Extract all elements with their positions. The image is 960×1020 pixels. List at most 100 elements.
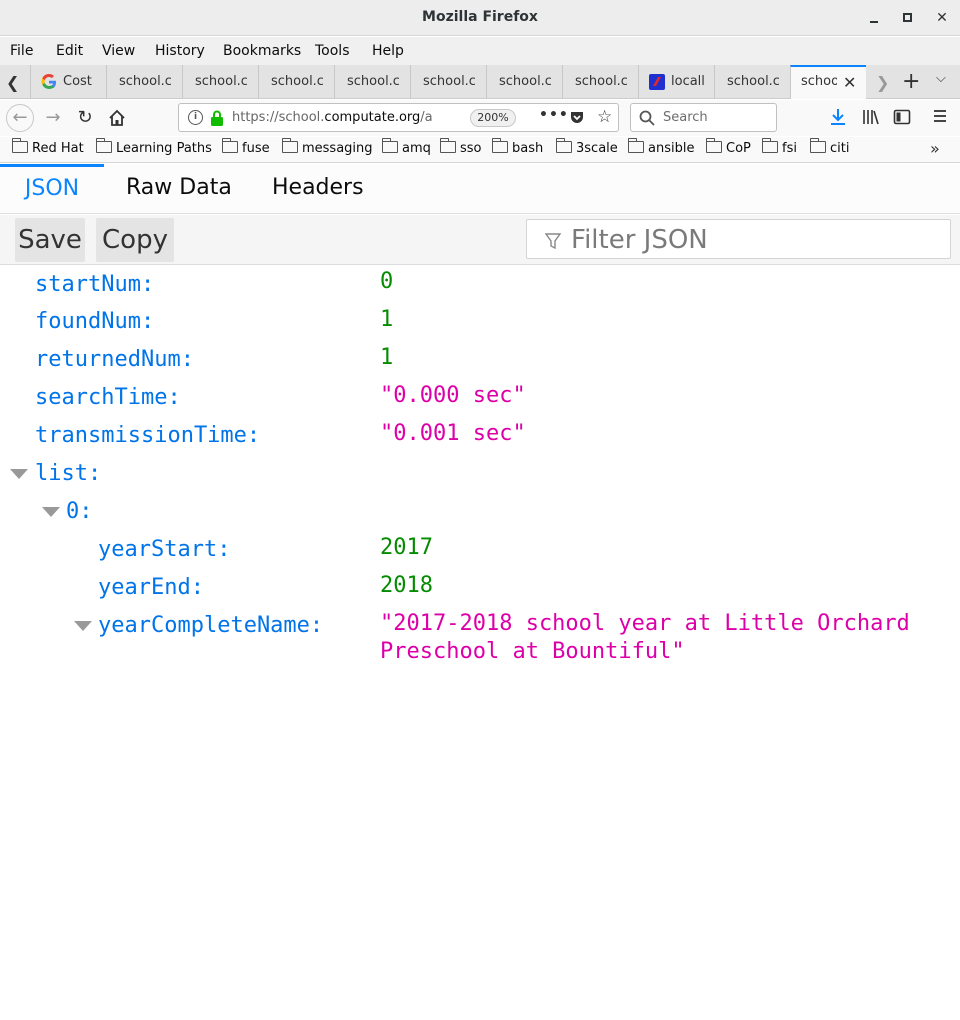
url-suffix: /a [420, 110, 432, 125]
menu-history[interactable]: History [155, 43, 205, 59]
back-button[interactable]: ← [6, 104, 34, 132]
copy-button[interactable]: Copy [96, 218, 174, 262]
json-row-expandable[interactable]: yearCompleteName: "2017-2018 school year… [0, 608, 960, 672]
browser-tab[interactable]: school.co [410, 65, 486, 98]
browser-tab[interactable]: school.co [486, 65, 562, 98]
reload-icon: ↻ [77, 107, 93, 128]
bookmark-folder[interactable]: amq [382, 138, 431, 156]
menu-bookmarks[interactable]: Bookmarks [223, 43, 301, 59]
tab-label: schoo [801, 74, 837, 89]
bookmark-folder[interactable]: 3scale [556, 138, 618, 156]
tab-scroll-left-button[interactable]: ❮ [6, 73, 19, 92]
maximize-button[interactable] [898, 8, 918, 28]
url-text[interactable]: https://school.computate.org/a [232, 110, 432, 125]
menu-view[interactable]: View [102, 43, 135, 59]
menu-file[interactable]: File [10, 43, 33, 59]
google-icon [41, 74, 56, 89]
folder-icon [810, 138, 826, 153]
search-bar[interactable]: Search [630, 103, 777, 132]
browser-tab[interactable]: school.co [258, 65, 334, 98]
tab-close-icon[interactable]: ✕ [843, 73, 856, 92]
bookmark-label: ansible [648, 141, 695, 156]
lock-icon[interactable] [210, 110, 224, 126]
page-actions-icon[interactable]: ••• [539, 107, 569, 123]
bookmark-star-icon[interactable]: ☆ [597, 107, 612, 127]
maximize-icon [903, 13, 912, 22]
chevron-down-icon[interactable]: ⌵ [936, 71, 946, 86]
minimize-icon [870, 21, 878, 23]
tab-scroll-right-button[interactable]: ❯ [876, 73, 889, 92]
tab-label: school.co [347, 74, 399, 89]
expand-triangle-icon[interactable] [74, 621, 92, 631]
json-row[interactable]: startNum: 0 [0, 266, 960, 304]
json-row-expandable[interactable]: list: [0, 456, 960, 494]
hamburger-menu-icon[interactable] [932, 108, 948, 124]
tab-json[interactable]: JSON [0, 164, 104, 214]
browser-tab[interactable]: school.co [334, 65, 410, 98]
bookmark-folder[interactable]: CoP [706, 138, 751, 156]
new-tab-button[interactable]: + [902, 69, 920, 94]
bookmark-folder[interactable]: fsi [762, 138, 797, 156]
bookmark-folder[interactable]: bash [492, 138, 544, 156]
json-row[interactable]: yearStart: 2017 [0, 532, 960, 570]
json-row-expandable[interactable]: 0: [0, 494, 960, 532]
folder-icon [556, 138, 572, 153]
home-icon [109, 109, 125, 126]
tab-bar: ❮ Cost school.co school.co school.co sch… [0, 65, 960, 99]
url-bar[interactable]: i https://school.computate.org/a 200% ••… [178, 103, 619, 132]
forward-arrow-icon: → [45, 107, 61, 128]
menu-tools[interactable]: Tools [315, 43, 350, 59]
home-button[interactable] [104, 106, 130, 130]
bookmark-label: bash [512, 141, 544, 156]
bookmark-folder[interactable]: fuse [222, 138, 270, 156]
zoom-indicator[interactable]: 200% [470, 109, 516, 127]
menu-help[interactable]: Help [372, 43, 404, 59]
sidebar-icon[interactable] [893, 108, 911, 126]
json-key: transmissionTime: [35, 423, 261, 448]
filter-json-input[interactable]: Filter JSON [526, 219, 951, 259]
expand-triangle-icon[interactable] [10, 469, 28, 479]
close-window-button[interactable]: ✕ [932, 8, 952, 28]
menu-edit[interactable]: Edit [56, 43, 83, 59]
bookmarks-overflow-icon[interactable]: » [930, 139, 940, 158]
bookmark-folder[interactable]: citi [810, 138, 849, 156]
library-icon[interactable] [862, 108, 880, 126]
browser-tab[interactable]: locall [638, 65, 714, 98]
info-icon[interactable]: i [188, 110, 203, 125]
json-key: searchTime: [35, 385, 181, 410]
json-value: "0.000 sec" [380, 383, 526, 408]
save-button[interactable]: Save [15, 218, 85, 262]
browser-tab[interactable]: Cost [30, 65, 106, 98]
tab-label: school.co [727, 74, 779, 89]
tab-raw-data[interactable]: Raw Data [126, 164, 232, 214]
browser-tab[interactable]: school.co [562, 65, 638, 98]
folder-icon [492, 138, 508, 153]
bookmark-label: messaging [302, 141, 373, 156]
bookmark-folder[interactable]: Red Hat [12, 138, 84, 156]
browser-tab[interactable]: school.co [714, 65, 790, 98]
bookmark-folder[interactable]: messaging [282, 138, 373, 156]
json-row[interactable]: foundNum: 1 [0, 304, 960, 342]
bookmark-folder[interactable]: sso [440, 138, 482, 156]
json-row[interactable]: yearEnd: 2018 [0, 570, 960, 608]
json-row[interactable]: transmissionTime: "0.001 sec" [0, 418, 960, 456]
browser-tab[interactable]: school.co [106, 65, 182, 98]
folder-icon [706, 138, 722, 153]
minimize-button[interactable] [864, 8, 884, 28]
forward-button[interactable]: → [40, 106, 66, 130]
search-icon [639, 110, 655, 126]
bookmark-folder[interactable]: ansible [628, 138, 695, 156]
filter-placeholder: Filter JSON [571, 225, 708, 255]
json-key: returnedNum: [35, 347, 194, 372]
expand-triangle-icon[interactable] [42, 507, 60, 517]
json-row[interactable]: searchTime: "0.000 sec" [0, 380, 960, 418]
browser-tab-active[interactable]: schoo ✕ [790, 65, 866, 99]
json-row[interactable]: returnedNum: 1 [0, 342, 960, 380]
pocket-icon[interactable] [569, 110, 585, 126]
bookmark-folder[interactable]: Learning Paths [96, 138, 212, 156]
browser-tab[interactable]: school.co [182, 65, 258, 98]
tab-headers[interactable]: Headers [272, 164, 364, 214]
reload-button[interactable]: ↻ [72, 106, 98, 130]
download-icon[interactable] [830, 108, 846, 126]
app-icon [649, 74, 665, 90]
